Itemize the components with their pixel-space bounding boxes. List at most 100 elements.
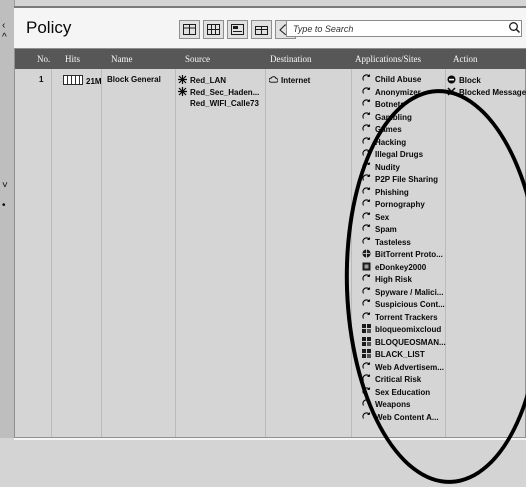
col-header-applications[interactable]: Applications/Sites <box>355 54 421 64</box>
chevron-left-icon[interactable]: ‹ <box>2 20 5 31</box>
message-icon <box>447 87 456 96</box>
application-item[interactable]: bloqueomixcloud <box>362 324 446 337</box>
filter-icon[interactable] <box>227 20 248 39</box>
application-item[interactable]: Child Abuse <box>362 74 446 87</box>
application-item[interactable]: Sex Education <box>362 386 446 400</box>
category-icon <box>362 99 375 109</box>
col-header-no[interactable]: No. <box>37 54 50 64</box>
category-icon <box>362 411 375 422</box>
application-item[interactable]: BitTorrent Proto... <box>362 249 446 262</box>
application-item[interactable]: Sex <box>362 211 446 225</box>
category-icon <box>362 361 375 372</box>
category-icon <box>362 399 375 409</box>
category-icon <box>362 299 375 309</box>
cloud-icon <box>269 76 278 83</box>
application-item[interactable]: Illegal Drugs <box>362 149 446 162</box>
category-icon <box>362 374 375 384</box>
app-square-icon <box>362 262 375 272</box>
application-label: Phishing <box>375 187 409 197</box>
group-icon <box>362 349 375 359</box>
category-icon <box>362 199 375 209</box>
category-icon <box>362 136 375 147</box>
destination-item[interactable]: Internet <box>269 75 310 85</box>
column-divider <box>351 69 352 437</box>
column-divider <box>175 69 176 437</box>
application-item[interactable]: P2P File Sharing <box>362 174 446 187</box>
col-header-hits[interactable]: Hits <box>65 54 80 64</box>
application-label: Web Content A... <box>375 412 439 422</box>
application-item[interactable]: BLOQUEOSMAN... <box>362 336 446 350</box>
row-number: 1 <box>39 75 44 84</box>
category-icon <box>362 111 375 122</box>
application-item[interactable]: Torrent Trackers <box>362 311 446 325</box>
application-label: Critical Risk <box>375 375 422 384</box>
application-item[interactable]: Botnets <box>362 99 446 112</box>
network-icon <box>178 87 187 96</box>
application-label: Sex <box>375 212 390 222</box>
application-label: Sex Education <box>375 387 431 397</box>
application-label: Weapons <box>375 400 411 409</box>
action-item[interactable]: Blocked Message <box>447 87 526 97</box>
application-item[interactable]: Phishing <box>362 186 446 200</box>
application-item[interactable]: Web Content A... <box>362 411 446 425</box>
application-item[interactable]: Tasteless <box>362 236 446 250</box>
application-label: BitTorrent Proto... <box>375 250 443 259</box>
columns-icon[interactable] <box>203 20 224 39</box>
rule-name[interactable]: Block General <box>107 75 161 84</box>
application-item[interactable]: Anonymizer <box>362 86 446 100</box>
application-label: Child Abuse <box>375 75 422 84</box>
col-header-source[interactable]: Source <box>185 54 210 64</box>
application-item[interactable]: Web Advertisem... <box>362 361 446 375</box>
app-globe-icon <box>362 249 375 259</box>
source-item[interactable]: Red_WIFI_Calle73 <box>190 99 259 108</box>
application-item[interactable]: Spyware / Malici... <box>362 286 446 300</box>
category-icon <box>362 186 375 197</box>
col-header-action[interactable]: Action <box>453 54 478 64</box>
application-label: bloqueomixcloud <box>375 325 442 334</box>
chevron-down-icon[interactable]: ˅ <box>2 180 8 191</box>
application-item[interactable]: BLACK_LIST <box>362 349 446 362</box>
application-item[interactable]: eDonkey2000 <box>362 262 446 275</box>
application-label: Games <box>375 125 402 134</box>
application-label: BLACK_LIST <box>375 350 425 359</box>
chevron-up-icon[interactable]: ^ <box>2 32 7 43</box>
application-label: High Risk <box>375 275 412 284</box>
application-item[interactable]: Spam <box>362 224 446 237</box>
columns-hide-icon[interactable] <box>251 20 272 39</box>
application-item[interactable]: Gambling <box>362 111 446 125</box>
source-item[interactable]: Red_Sec_Haden... <box>178 87 259 97</box>
application-label: Botnets <box>375 100 405 109</box>
col-header-destination[interactable]: Destination <box>270 54 312 64</box>
application-item[interactable]: Games <box>362 124 446 137</box>
application-item[interactable]: Critical Risk <box>362 374 446 387</box>
category-icon <box>362 211 375 222</box>
category-icon <box>362 161 375 172</box>
column-divider <box>51 69 52 437</box>
application-item[interactable]: Suspicious Cont... <box>362 299 446 312</box>
application-item[interactable]: Pornography <box>362 199 446 212</box>
table-header: No. Hits Name Source Destination Applica… <box>15 49 526 69</box>
application-item[interactable]: Weapons <box>362 399 446 412</box>
application-item[interactable]: Hacking <box>362 136 446 150</box>
application-item[interactable]: High Risk <box>362 274 446 287</box>
dot-icon: • <box>2 200 6 211</box>
search-input[interactable] <box>286 20 522 37</box>
action-item[interactable]: Block <box>447 75 481 85</box>
layout-icon[interactable] <box>179 20 200 39</box>
application-label: BLOQUEOSMAN... <box>375 337 446 347</box>
col-header-name[interactable]: Name <box>111 54 133 64</box>
category-icon <box>362 124 375 134</box>
category-icon <box>362 224 375 234</box>
left-sidebar-strip: ‹ ^ ˅ • <box>0 0 15 438</box>
application-item[interactable]: Nudity <box>362 161 446 175</box>
group-icon <box>362 324 375 334</box>
application-label: Nudity <box>375 162 400 172</box>
source-item[interactable]: Red_LAN <box>178 75 226 85</box>
category-icon <box>362 386 375 397</box>
application-label: Spyware / Malici... <box>375 287 444 297</box>
category-icon <box>362 74 375 84</box>
search-icon[interactable] <box>508 21 521 35</box>
category-icon <box>362 274 375 284</box>
page-title: Policy <box>26 18 72 37</box>
toolbar <box>179 20 296 39</box>
